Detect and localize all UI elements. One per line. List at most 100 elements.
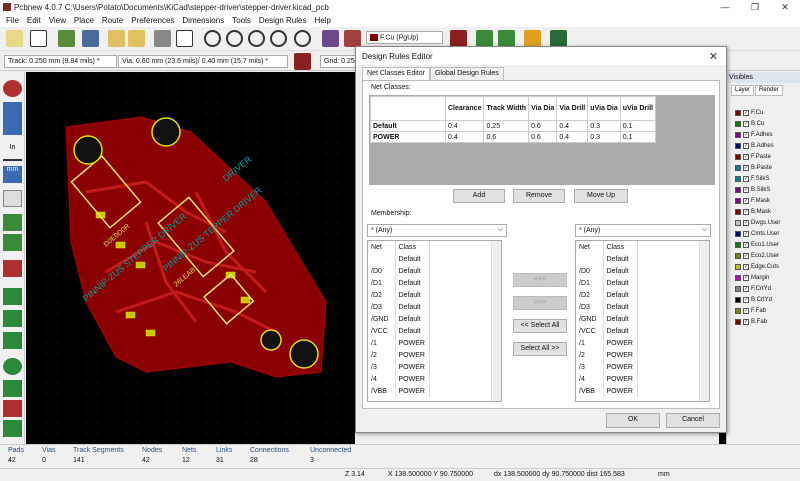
grid-cell[interactable]: 0.6	[528, 131, 558, 143]
layer-swatch[interactable]	[735, 198, 741, 204]
layer-swatch[interactable]	[735, 286, 741, 292]
layer-swatch[interactable]	[735, 264, 741, 270]
net-list-item[interactable]: /D0 Default	[576, 265, 638, 277]
layer-swatch[interactable]	[735, 209, 741, 215]
save-icon[interactable]	[82, 30, 99, 47]
move-left-button[interactable]: <<<	[513, 273, 567, 287]
via-sketch-icon[interactable]	[3, 358, 22, 375]
select-all-left-button[interactable]: << Select All	[513, 319, 567, 333]
layer-swatch[interactable]	[735, 319, 741, 325]
net-list-item[interactable]: /2 POWER	[368, 349, 430, 361]
menu-design-rules[interactable]: Design Rules	[255, 16, 311, 25]
net-list-item[interactable]: /D3 Default	[576, 301, 638, 313]
net-list-item[interactable]: /D3 Default	[368, 301, 430, 313]
cancel-button[interactable]: Cancel	[666, 413, 720, 428]
page-settings-icon[interactable]	[30, 30, 47, 47]
polar-coords-icon[interactable]	[3, 118, 22, 135]
layer-row-b-crtyd[interactable]: ✓ B.CrtYd	[735, 295, 772, 305]
layer-row-cmts-user[interactable]: ✓ Cmts.User	[735, 229, 779, 239]
layer-row-b-paste[interactable]: ✓ B.Paste	[735, 163, 772, 173]
layer-row-f-adhes[interactable]: ✓ F.Adhes	[735, 130, 773, 140]
layer-row-f-paste[interactable]: ✓ F.Paste	[735, 152, 771, 162]
grid-cell[interactable]: 0.4	[556, 131, 589, 143]
dialog-close-button[interactable]: ✕	[709, 50, 718, 63]
net-classes-grid[interactable]: Clearance Track Width Via Dia Via Drill …	[369, 95, 715, 185]
right-net-list[interactable]: Net Class Default /D0 Default /D1 Default /…	[575, 240, 710, 402]
layer-visible-checkbox[interactable]: ✓	[743, 242, 749, 248]
layer-swatch[interactable]	[735, 253, 741, 259]
layer-row-dwgs-user[interactable]: ✓ Dwgs.User	[735, 218, 780, 228]
netclass-row[interactable]: Default 0.4 0.25 0.6 0.4 0.3 0.1	[370, 120, 656, 132]
undo-icon[interactable]	[108, 30, 125, 47]
net-list-item[interactable]: /VCC Default	[368, 325, 430, 337]
net-list-item[interactable]: /4 POWER	[368, 373, 430, 385]
layer-visible-checkbox[interactable]: ✓	[743, 198, 749, 204]
net-list-item[interactable]: /GND Default	[368, 313, 430, 325]
net-list-item[interactable]: /2 POWER	[576, 349, 638, 361]
layer-swatch[interactable]	[735, 242, 741, 248]
net-list-item[interactable]: /D1 Default	[576, 277, 638, 289]
new-board-icon[interactable]	[6, 30, 23, 47]
layer-pair-icon[interactable]	[450, 30, 467, 47]
grid-cell[interactable]: 0.6	[483, 131, 530, 143]
grid-cell[interactable]: 0.6	[528, 120, 558, 132]
layer-row-b-adhes[interactable]: ✓ B.Adhes	[735, 141, 774, 151]
layer-swatch[interactable]	[735, 143, 741, 149]
layer-row-f-cu[interactable]: ✓ F.Cu	[735, 108, 763, 118]
zoom-in-icon[interactable]	[204, 30, 221, 47]
net-list-item[interactable]: /GND Default	[576, 313, 638, 325]
layer-swatch[interactable]	[735, 220, 741, 226]
layer-row-f-mask[interactable]: ✓ F.Mask	[735, 196, 770, 206]
ok-button[interactable]: OK	[606, 413, 660, 428]
zone-display-icon[interactable]	[3, 288, 22, 305]
net-list-item[interactable]: /D1 Default	[368, 277, 430, 289]
left-netclass-filter[interactable]: * (Any) ⌵	[367, 224, 507, 237]
layer-select[interactable]: F.Cu (PgUp)	[366, 31, 443, 44]
menu-view[interactable]: View	[45, 16, 70, 25]
layer-swatch[interactable]	[735, 121, 741, 127]
layer-visible-checkbox[interactable]: ✓	[743, 187, 749, 193]
layer-swatch[interactable]	[735, 231, 741, 237]
redraw-icon[interactable]	[248, 30, 265, 47]
menu-place[interactable]: Place	[70, 16, 98, 25]
layer-row-f-fab[interactable]: ✓ F.Fab	[735, 306, 766, 316]
grid-cell[interactable]: 0.4	[444, 120, 485, 132]
layer-row-eco2-user[interactable]: ✓ Eco2.User	[735, 251, 779, 261]
menu-preferences[interactable]: Preferences	[127, 16, 178, 25]
layer-visible-checkbox[interactable]: ✓	[743, 297, 749, 303]
layer-swatch[interactable]	[735, 110, 741, 116]
net-list-item[interactable]: /VBB POWER	[576, 385, 638, 397]
high-contrast-icon[interactable]	[3, 400, 22, 417]
layer-visible-checkbox[interactable]: ✓	[743, 308, 749, 314]
grid-cell[interactable]: 0.1	[619, 131, 656, 143]
plot-icon[interactable]	[176, 30, 193, 47]
route-icon[interactable]	[498, 30, 515, 47]
via-size-select[interactable]: Via: 0.60 mm (23.6 mils)/ 0.40 mm (15.7 …	[118, 55, 288, 68]
grid-cell[interactable]: 0.25	[483, 120, 530, 132]
net-list-item[interactable]: /D0 Default	[368, 265, 430, 277]
pcb-canvas[interactable]: PINNIP-ZUS STEPPER DRIVER PINNIP-ZUS TEP…	[26, 72, 355, 444]
layer-visible-checkbox[interactable]: ✓	[743, 176, 749, 182]
auto-delete-track-icon[interactable]	[3, 260, 22, 277]
units-inch-icon[interactable]: In	[3, 144, 22, 161]
layer-visible-checkbox[interactable]: ✓	[743, 286, 749, 292]
redo-icon[interactable]	[128, 30, 145, 47]
layer-visible-checkbox[interactable]: ✓	[743, 110, 749, 116]
layer-visible-checkbox[interactable]: ✓	[743, 121, 749, 127]
microwave-toolbar-icon[interactable]	[3, 420, 22, 437]
layer-swatch[interactable]	[735, 187, 741, 193]
close-window-button[interactable]: ✕	[770, 2, 800, 13]
layer-row-b-silks[interactable]: ✓ B.SilkS	[735, 185, 770, 195]
zone-outline-icon[interactable]	[3, 310, 22, 327]
module-ratsnest-icon[interactable]	[3, 234, 22, 251]
net-list-item[interactable]: /4 POWER	[576, 373, 638, 385]
layer-visible-checkbox[interactable]: ✓	[743, 220, 749, 226]
grid-cell[interactable]: 0.1	[619, 120, 656, 132]
net-list-item[interactable]: /3 POWER	[576, 361, 638, 373]
layer-swatch[interactable]	[735, 308, 741, 314]
layer-visible-checkbox[interactable]: ✓	[743, 264, 749, 270]
grid-cell[interactable]: 0.4	[444, 131, 485, 143]
drc-marker-icon[interactable]	[3, 80, 22, 97]
layer-row-b-mask[interactable]: ✓ B.Mask	[735, 207, 771, 217]
maximize-button[interactable]: ❐	[740, 2, 770, 13]
